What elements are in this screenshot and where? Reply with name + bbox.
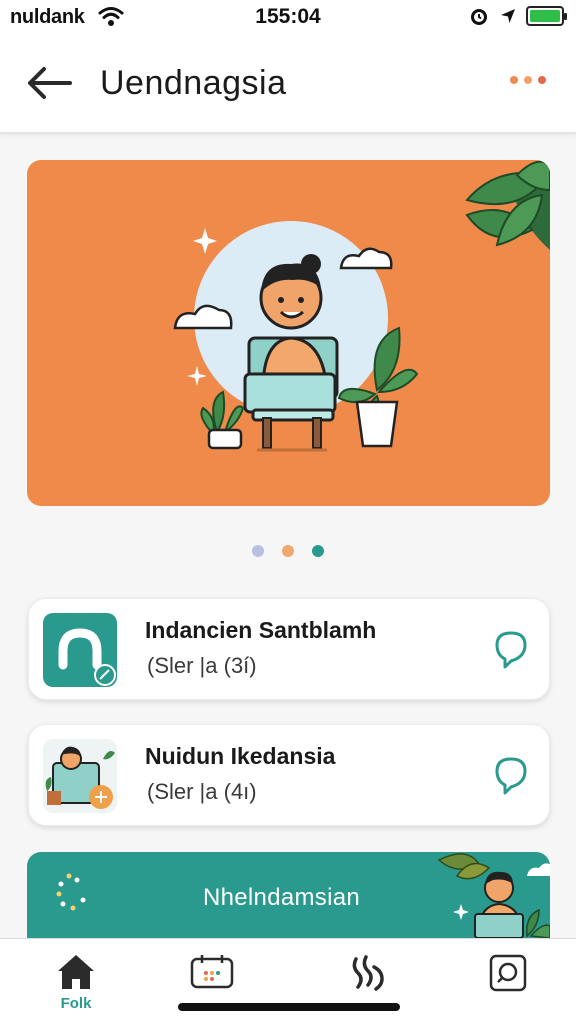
app-header: Uendnagsia	[0, 36, 576, 134]
tab-label: Folk	[60, 995, 92, 1012]
item-subtitle: (Sler |a (4ı)	[147, 779, 257, 804]
tab-search[interactable]	[468, 953, 548, 1019]
more-options-button[interactable]	[506, 72, 550, 88]
hero-banner[interactable]	[27, 160, 550, 506]
calendar-icon	[190, 955, 234, 989]
promo-title: Nhelndamsian	[203, 884, 361, 911]
item-thumbnail	[43, 613, 117, 687]
list-item[interactable]: Nuidun Ikedansia (Sler |a (4ı)	[28, 724, 550, 826]
item-subtitle: (Sler |a (3í)	[147, 653, 257, 678]
location-icon	[501, 9, 515, 23]
item-name: Nuidun Ikedansia	[145, 743, 336, 769]
alarm-icon	[471, 9, 487, 25]
arrow-left-icon	[28, 67, 72, 99]
search-icon	[489, 954, 527, 992]
leaves-decoration	[465, 160, 550, 250]
person-laptop-illustration	[173, 160, 550, 452]
more-dot-icon	[510, 76, 518, 84]
home-indicator	[178, 1003, 400, 1011]
tab-home[interactable]: Folk	[36, 953, 116, 1019]
item-thumbnail	[43, 739, 117, 813]
flame-icon	[352, 955, 384, 991]
promo-banner[interactable]: Nhelndamsian	[27, 852, 550, 952]
chat-bubble-icon[interactable]	[493, 755, 529, 795]
carousel-dot[interactable]	[282, 545, 294, 557]
chat-bubble-icon[interactable]	[493, 629, 529, 669]
list-item[interactable]: Indancien Santblamh (Sler |a (3í)	[28, 598, 550, 700]
carousel-indicator	[0, 545, 576, 557]
item-name: Indancien Santblamh	[145, 617, 377, 643]
status-bar: nuldank 155:04	[0, 0, 576, 36]
more-dot-icon	[524, 76, 532, 84]
small-plant	[200, 390, 245, 450]
bottom-tab-bar: Folk	[0, 938, 576, 1024]
carousel-dot[interactable]	[312, 545, 324, 557]
person-thumbnail-icon	[45, 746, 115, 809]
app-logo-icon	[58, 628, 116, 686]
more-dot-icon	[538, 76, 546, 84]
battery-icon	[526, 6, 567, 26]
back-button[interactable]	[22, 60, 76, 106]
carousel-dot[interactable]	[252, 545, 264, 557]
home-icon	[58, 955, 94, 989]
page-title: Uendnagsia	[100, 64, 287, 102]
